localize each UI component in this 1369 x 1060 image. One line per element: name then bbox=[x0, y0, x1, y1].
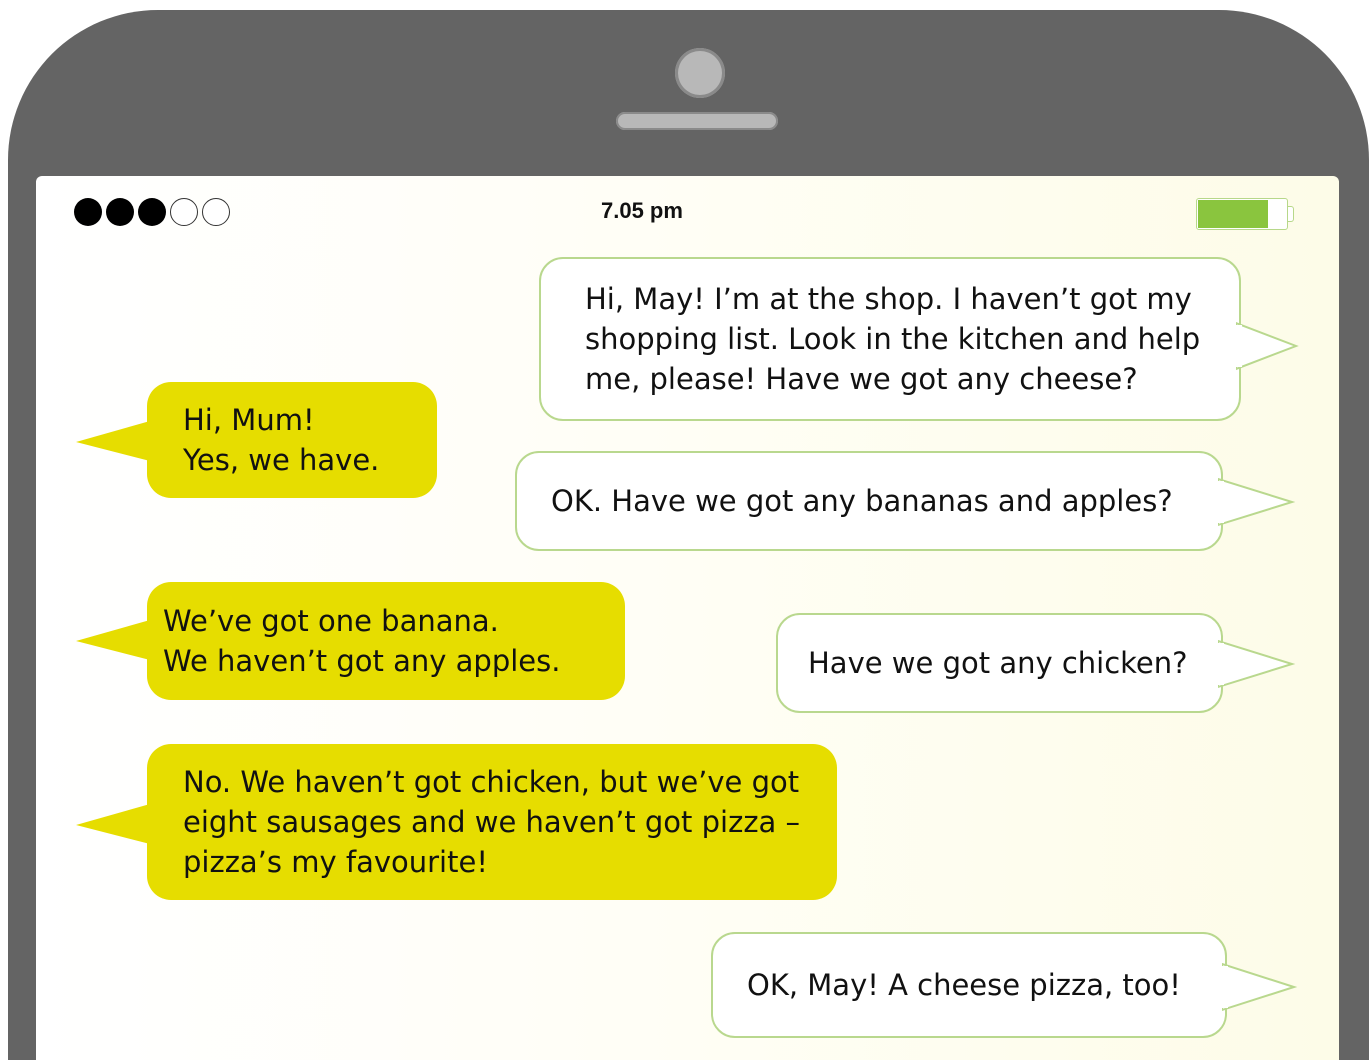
signal-dot bbox=[202, 198, 230, 226]
bubble-tail-right bbox=[1236, 321, 1299, 371]
message-bubble-incoming[interactable]: We’ve got one banana. We haven’t got any… bbox=[147, 582, 625, 700]
message-text: Hi, Mum! Yes, we have. bbox=[183, 403, 380, 477]
message-text: No. We haven’t got chicken, but we’ve go… bbox=[183, 765, 801, 879]
signal-dot bbox=[106, 198, 134, 226]
signal-strength-icon bbox=[74, 198, 230, 226]
message-bubble-outgoing[interactable]: Hi, May! I’m at the shop. I haven’t got … bbox=[539, 257, 1241, 421]
battery-icon bbox=[1196, 198, 1288, 230]
message-text: OK. Have we got any bananas and apples? bbox=[551, 484, 1173, 518]
signal-dot bbox=[74, 198, 102, 226]
message-text: Hi, May! I’m at the shop. I haven’t got … bbox=[585, 282, 1201, 396]
signal-dot bbox=[138, 198, 166, 226]
message-bubble-outgoing[interactable]: OK. Have we got any bananas and apples? bbox=[515, 451, 1223, 551]
bubble-tail-left bbox=[76, 804, 150, 844]
bubble-tail-right bbox=[1218, 639, 1296, 689]
speaker-grille bbox=[616, 112, 778, 130]
message-bubble-outgoing[interactable]: OK, May! A cheese pizza, too! bbox=[711, 932, 1227, 1038]
message-text: Have we got any chicken? bbox=[808, 646, 1188, 680]
status-time: 7.05 pm bbox=[601, 198, 683, 223]
bubble-tail-right bbox=[1218, 477, 1296, 527]
message-bubble-incoming[interactable]: No. We haven’t got chicken, but we’ve go… bbox=[147, 744, 837, 900]
message-text: We’ve got one banana. We haven’t got any… bbox=[163, 604, 561, 678]
message-bubble-outgoing[interactable]: Have we got any chicken? bbox=[776, 613, 1223, 713]
message-bubble-incoming[interactable]: Hi, Mum! Yes, we have. bbox=[147, 382, 437, 498]
status-bar: 7.05 pm bbox=[36, 176, 1339, 248]
camera-icon bbox=[675, 48, 725, 98]
bubble-tail-left bbox=[76, 421, 150, 461]
bubble-tail-right bbox=[1222, 962, 1298, 1012]
message-text: OK, May! A cheese pizza, too! bbox=[747, 968, 1181, 1002]
chat-screen: 7.05 pm Hi, May! I’m at the shop. I have… bbox=[36, 176, 1339, 1060]
battery-level-fill bbox=[1198, 200, 1268, 228]
signal-dot bbox=[170, 198, 198, 226]
bubble-tail-left bbox=[76, 620, 150, 660]
battery-tip bbox=[1288, 206, 1294, 222]
